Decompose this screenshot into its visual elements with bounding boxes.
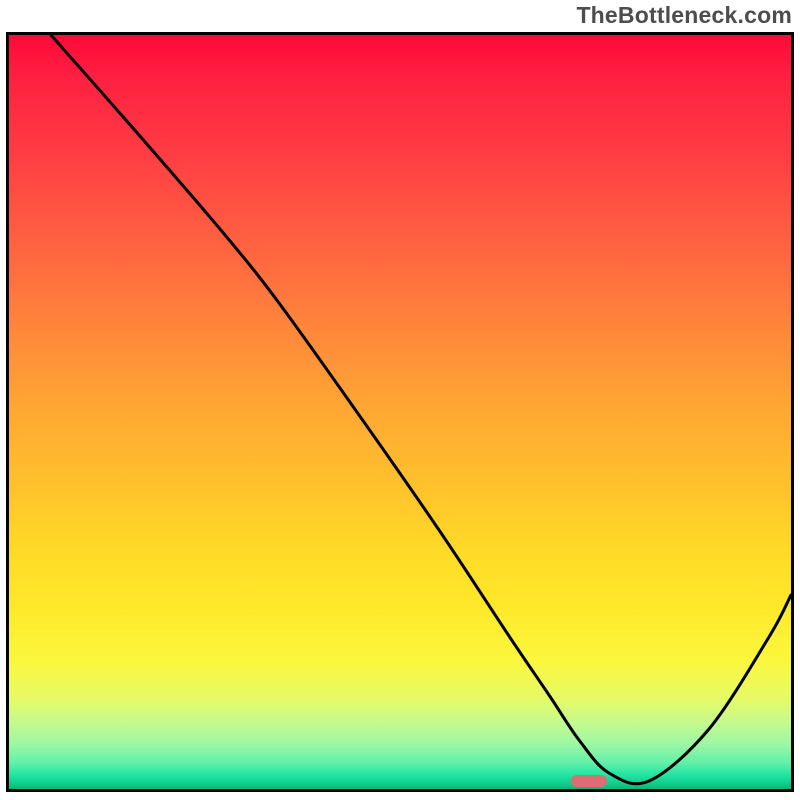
sweet-spot-marker xyxy=(571,775,607,787)
plot-frame xyxy=(6,32,794,792)
page-root: TheBottleneck.com xyxy=(0,0,800,800)
bottleneck-curve xyxy=(51,35,791,784)
curve-svg xyxy=(9,35,791,789)
watermark-text: TheBottleneck.com xyxy=(576,2,792,29)
